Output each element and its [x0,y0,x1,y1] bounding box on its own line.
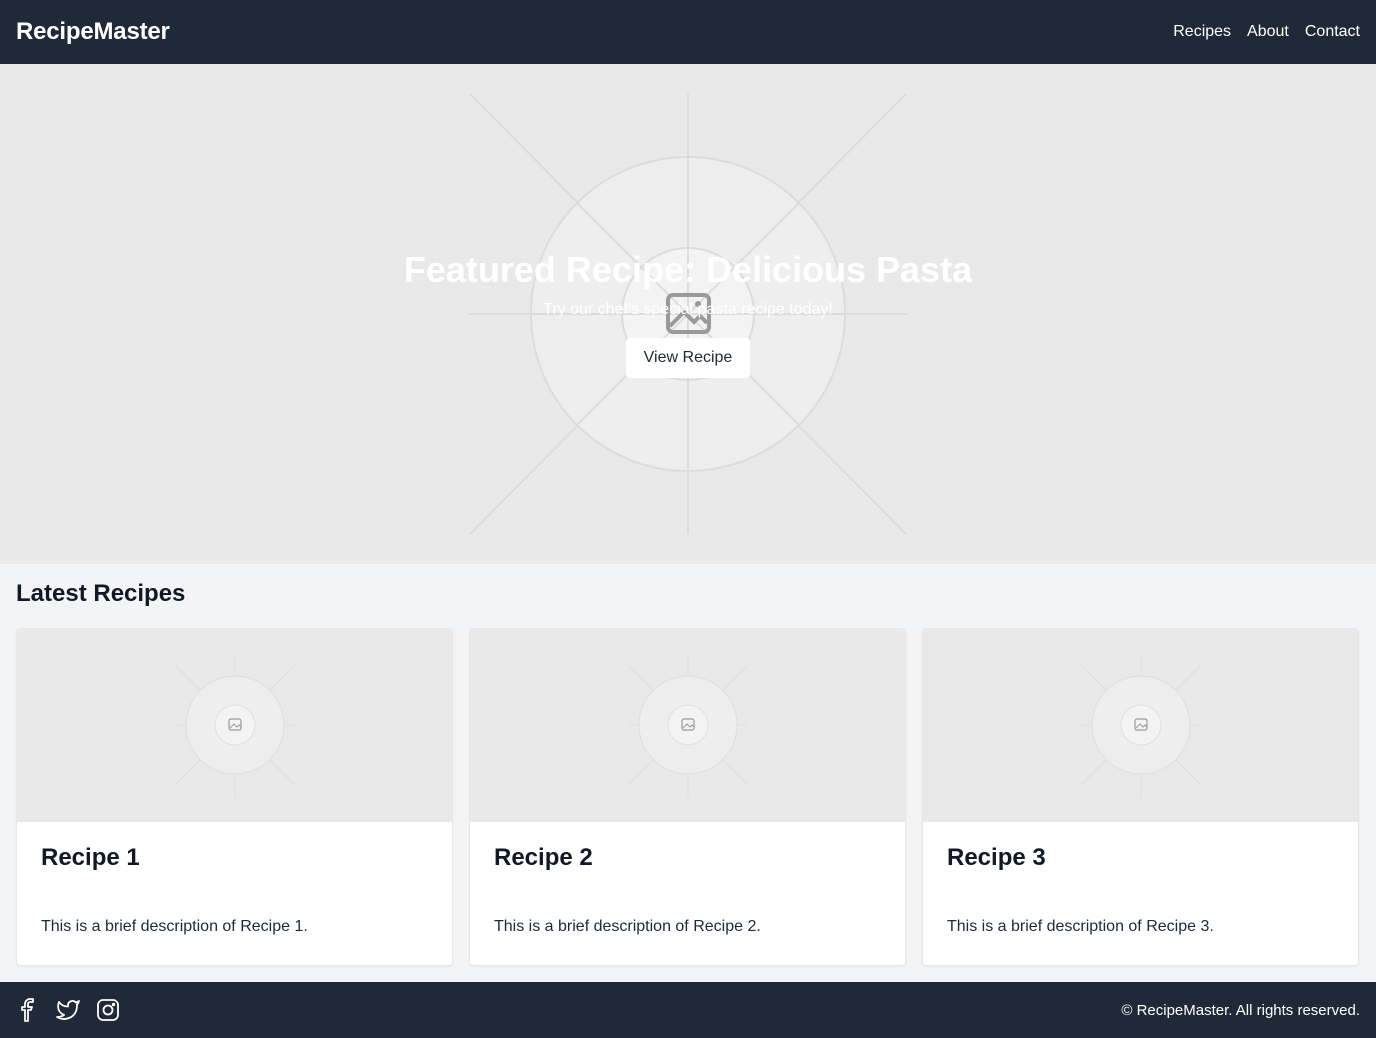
hero-content: Featured Recipe: Delicious Pasta Try our… [0,64,1376,564]
hero-title: Featured Recipe: Delicious Pasta [403,249,973,290]
hero-subtitle: Try our chef's special pasta recipe toda… [543,301,833,318]
recipe-image [923,629,1358,822]
twitter-icon[interactable] [56,998,80,1022]
image-placeholder-icon [1080,654,1202,797]
instagram-icon[interactable] [96,998,120,1022]
social-links [16,998,120,1022]
brand-logo[interactable]: RecipeMaster [16,18,170,46]
recipe-title: Recipe 2 [494,844,593,871]
latest-recipes-heading: Latest Recipes [16,580,186,607]
recipe-image [470,629,905,822]
recipe-title: Recipe 3 [947,844,1046,871]
hero-banner: Featured Recipe: Delicious Pasta Try our… [0,64,1376,564]
recipe-description: This is a brief description of Recipe 3. [947,918,1214,935]
recipe-card[interactable]: Recipe 2 This is a brief description of … [469,628,906,966]
nav-contact[interactable]: Contact [1305,23,1360,41]
recipe-title: Recipe 1 [41,844,140,871]
nav-about[interactable]: About [1247,23,1289,41]
site-footer: © RecipeMaster. All rights reserved. [0,982,1376,1038]
main-nav: Recipes About Contact [1173,23,1360,41]
facebook-icon[interactable] [16,998,40,1022]
recipe-card[interactable]: Recipe 1 This is a brief description of … [16,628,453,966]
site-header: RecipeMaster Recipes About Contact [0,0,1376,64]
recipe-card-list: Recipe 1 This is a brief description of … [16,628,1360,966]
view-recipe-button[interactable]: View Recipe [626,338,750,378]
image-placeholder-icon [627,654,749,797]
recipe-description: This is a brief description of Recipe 2. [494,918,761,935]
recipe-description: This is a brief description of Recipe 1. [41,918,308,935]
recipe-card[interactable]: Recipe 3 This is a brief description of … [922,628,1359,966]
image-placeholder-icon [174,654,296,797]
copyright-text: © RecipeMaster. All rights reserved. [1121,1001,1360,1019]
nav-recipes[interactable]: Recipes [1173,23,1231,41]
recipe-image [17,629,452,822]
